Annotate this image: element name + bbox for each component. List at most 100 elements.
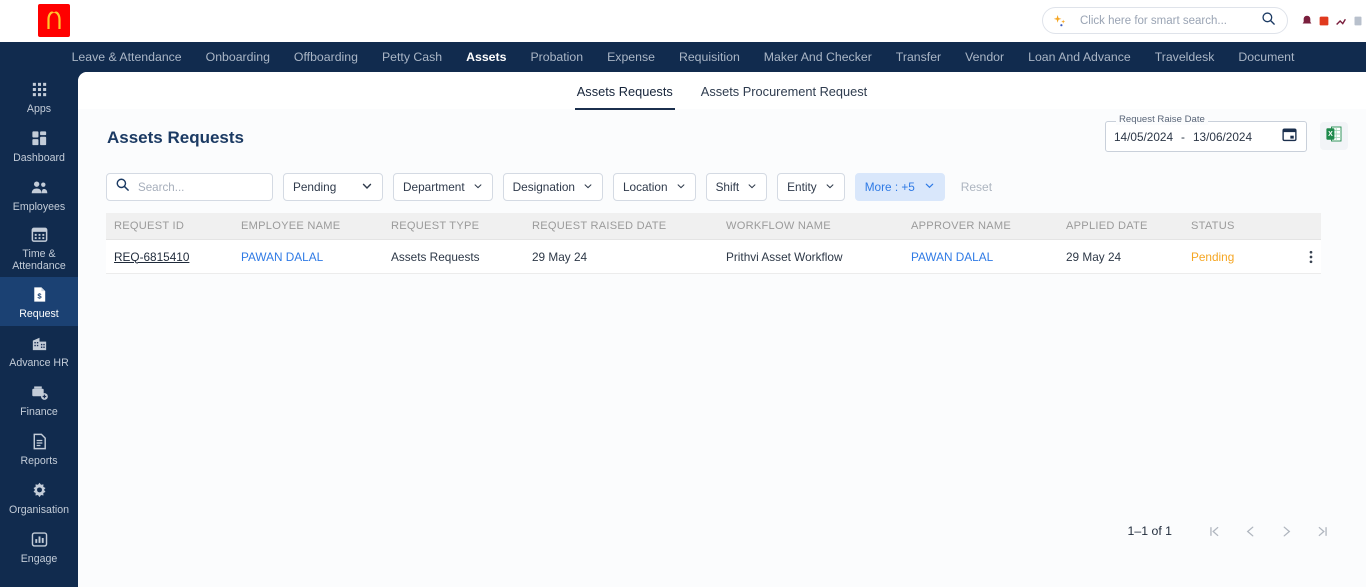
nav-item-document[interactable]: Document bbox=[1226, 42, 1306, 72]
kebab-menu-icon[interactable] bbox=[1301, 249, 1321, 265]
first-page-icon[interactable] bbox=[1204, 521, 1224, 541]
designation-filter-dropdown[interactable]: Designation bbox=[502, 173, 603, 201]
assets-requests-table: REQUEST ID EMPLOYEE NAME REQUEST TYPE RE… bbox=[106, 213, 1321, 274]
header-utility-icons[interactable] bbox=[1300, 6, 1362, 36]
export-to-excel-button[interactable]: X bbox=[1320, 122, 1348, 150]
location-filter-dropdown[interactable]: Location bbox=[612, 173, 696, 201]
nav-item-loan-and-advance[interactable]: Loan And Advance bbox=[1016, 42, 1143, 72]
column-header-request-raised-date: REQUEST RAISED DATE bbox=[532, 220, 667, 232]
main-content-panel: Assets Requests Assets Procurement Reque… bbox=[78, 72, 1366, 587]
chevron-down-icon bbox=[747, 180, 757, 194]
building-icon bbox=[30, 334, 49, 353]
finance-add-icon bbox=[30, 383, 49, 402]
table-header-row: REQUEST ID EMPLOYEE NAME REQUEST TYPE RE… bbox=[106, 213, 1321, 240]
column-header-applied-date: APPLIED DATE bbox=[1066, 220, 1148, 232]
entity-filter-label: Entity bbox=[787, 180, 817, 194]
search-icon[interactable] bbox=[1261, 11, 1276, 31]
status-filter-dropdown[interactable]: Pending bbox=[283, 173, 383, 201]
search-input[interactable] bbox=[130, 180, 292, 194]
table-row[interactable]: REQ-6815410 PAWAN DALAL Assets Requests … bbox=[106, 240, 1321, 274]
analytics-icon[interactable] bbox=[1334, 14, 1348, 29]
column-header-approver-name: APPROVER NAME bbox=[911, 220, 1012, 232]
pagination-controls[interactable]: 1–1 of 1 bbox=[1128, 521, 1332, 541]
department-filter-dropdown[interactable]: Department bbox=[393, 173, 493, 201]
chevron-down-icon bbox=[825, 180, 835, 194]
smart-search-input[interactable] bbox=[1068, 14, 1261, 27]
nav-item-expense[interactable]: Expense bbox=[595, 42, 667, 72]
sidebar-item-engage[interactable]: Engage bbox=[0, 522, 78, 571]
nav-item-assets[interactable]: Assets bbox=[454, 42, 518, 72]
grid-apps-icon bbox=[30, 80, 49, 99]
nav-item-probation[interactable]: Probation bbox=[518, 42, 595, 72]
date-range-separator: - bbox=[1181, 129, 1185, 144]
cell-approver-name[interactable]: PAWAN DALAL bbox=[903, 250, 1058, 264]
sidebar-item-request[interactable]: $ Request bbox=[0, 277, 78, 326]
sidebar-item-label: Advance HR bbox=[9, 356, 69, 369]
nav-item-petty-cash[interactable]: Petty Cash bbox=[370, 42, 454, 72]
sidebar-item-time-attendance[interactable]: Time & Attendance bbox=[0, 219, 78, 277]
document-dollar-icon: $ bbox=[30, 285, 49, 304]
reset-filters-button[interactable]: Reset bbox=[955, 180, 998, 194]
cell-request-id[interactable]: REQ-6815410 bbox=[106, 250, 233, 264]
column-header-request-type: REQUEST TYPE bbox=[391, 220, 480, 232]
people-icon bbox=[30, 178, 49, 197]
column-header-status: STATUS bbox=[1191, 220, 1235, 232]
column-header-request-id: REQUEST ID bbox=[114, 220, 185, 232]
nav-item-offboarding[interactable]: Offboarding bbox=[282, 42, 370, 72]
cell-employee-name[interactable]: PAWAN DALAL bbox=[233, 250, 383, 264]
top-header-bar bbox=[0, 0, 1366, 42]
sidebar-item-label: Request bbox=[19, 307, 59, 320]
sidebar-item-label: Employees bbox=[12, 200, 66, 213]
profile-avatar[interactable] bbox=[1351, 14, 1365, 29]
sidebar-item-apps[interactable]: Apps bbox=[0, 72, 78, 121]
next-page-icon[interactable] bbox=[1276, 521, 1296, 541]
nav-item-traveldesk[interactable]: Traveldesk bbox=[1143, 42, 1227, 72]
tab-assets-requests[interactable]: Assets Requests bbox=[574, 84, 675, 110]
sub-tabs[interactable]: Assets Requests Assets Procurement Reque… bbox=[78, 72, 1366, 110]
primary-navigation[interactable]: Leave & Attendance Onboarding Offboardin… bbox=[0, 42, 1366, 72]
smart-search-bar[interactable] bbox=[1042, 7, 1288, 34]
calendar-icon[interactable] bbox=[1281, 126, 1298, 148]
mcdonalds-arches-icon bbox=[47, 11, 61, 29]
nav-item-requisition[interactable]: Requisition bbox=[667, 42, 752, 72]
notification-bell-icon[interactable] bbox=[1300, 14, 1314, 29]
nav-item-leave-attendance[interactable]: Leave & Attendance bbox=[60, 42, 194, 72]
sidebar-item-employees[interactable]: Employees bbox=[0, 170, 78, 219]
left-sidebar: Apps Dashboard Employees Time & Attendan… bbox=[0, 42, 78, 587]
sidebar-item-reports[interactable]: Reports bbox=[0, 424, 78, 473]
brand-logo[interactable] bbox=[38, 4, 70, 37]
tab-assets-procurement-request[interactable]: Assets Procurement Request bbox=[699, 84, 869, 110]
sidebar-item-label: Time & Attendance bbox=[12, 248, 66, 272]
search-filter[interactable] bbox=[106, 173, 292, 201]
nav-item-maker-and-checker[interactable]: Maker And Checker bbox=[752, 42, 884, 72]
entity-filter-dropdown[interactable]: Entity bbox=[777, 173, 845, 201]
sidebar-item-advance-hr[interactable]: Advance HR bbox=[0, 326, 78, 375]
sidebar-item-finance[interactable]: Finance bbox=[0, 375, 78, 424]
request-raise-date-range[interactable]: Request Raise Date 14/05/2024 - 13/06/20… bbox=[1105, 114, 1307, 152]
column-header-workflow-name: WORKFLOW NAME bbox=[726, 220, 831, 232]
chevron-down-icon bbox=[361, 180, 373, 195]
sidebar-item-label: Apps bbox=[26, 102, 52, 115]
designation-filter-label: Designation bbox=[512, 180, 575, 194]
date-range-end[interactable]: 13/06/2024 bbox=[1193, 130, 1252, 144]
shift-filter-dropdown[interactable]: Shift bbox=[705, 173, 768, 201]
chevron-down-icon bbox=[473, 180, 483, 194]
more-filters-dropdown[interactable]: More : +5 bbox=[854, 173, 945, 201]
last-page-icon[interactable] bbox=[1312, 521, 1332, 541]
nav-item-onboarding[interactable]: Onboarding bbox=[194, 42, 282, 72]
nav-item-transfer[interactable]: Transfer bbox=[884, 42, 953, 72]
more-filters-label: More : +5 bbox=[864, 180, 915, 194]
sidebar-item-label: Organisation bbox=[8, 503, 70, 516]
app-tile-icon[interactable] bbox=[1317, 14, 1331, 29]
chevron-down-icon bbox=[676, 180, 686, 194]
filter-toolbar[interactable]: Pending Department Designation Location bbox=[106, 173, 998, 201]
prev-page-icon[interactable] bbox=[1240, 521, 1260, 541]
nav-item-vendor[interactable]: Vendor bbox=[953, 42, 1016, 72]
report-document-icon bbox=[30, 432, 49, 451]
sidebar-item-label: Finance bbox=[20, 405, 58, 418]
sidebar-item-organisation[interactable]: Organisation bbox=[0, 473, 78, 522]
page-title: Assets Requests bbox=[107, 128, 245, 147]
date-range-start[interactable]: 14/05/2024 bbox=[1114, 130, 1173, 144]
sidebar-item-dashboard[interactable]: Dashboard bbox=[0, 121, 78, 170]
excel-icon: X bbox=[1324, 124, 1344, 149]
